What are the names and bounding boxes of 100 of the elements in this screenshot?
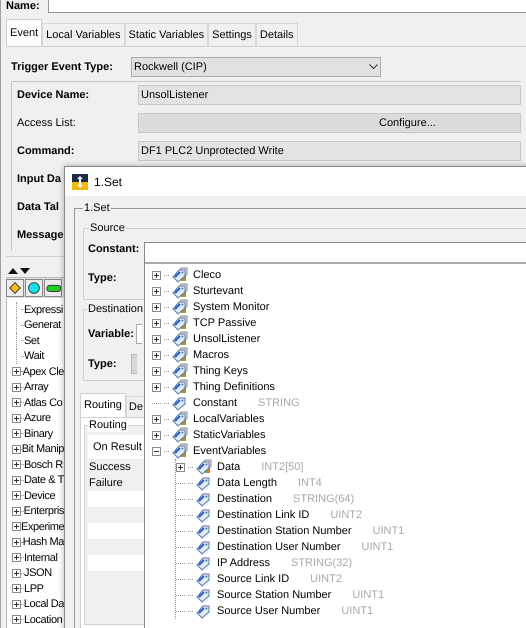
expand-icon[interactable] bbox=[12, 553, 21, 562]
expand-icon[interactable] bbox=[152, 286, 161, 296]
palette-item[interactable]: Binary bbox=[24, 426, 53, 442]
tree-item[interactable]: Sturtevant bbox=[193, 282, 244, 300]
expand-icon[interactable] bbox=[152, 302, 161, 312]
palette-item[interactable]: Wait bbox=[24, 348, 44, 364]
expand-icon[interactable] bbox=[12, 398, 21, 408]
tag-icon bbox=[196, 475, 212, 491]
palette-item[interactable]: JSON bbox=[24, 565, 52, 582]
expand-icon[interactable] bbox=[152, 270, 161, 280]
tree-item[interactable]: EventVariables bbox=[193, 442, 266, 460]
tab[interactable]: Routing bbox=[80, 393, 126, 417]
palette-item[interactable]: Apex Cle bbox=[22, 364, 64, 380]
dialog-title: 1.Set bbox=[94, 174, 122, 190]
tree-item[interactable]: System Monitor bbox=[193, 298, 270, 316]
collapse-icon[interactable] bbox=[152, 446, 161, 456]
palette-item[interactable]: Internal bbox=[24, 550, 58, 566]
palette-item[interactable]: Experime bbox=[21, 518, 64, 535]
tree-item[interactable]: Macros bbox=[193, 346, 230, 364]
expand-icon[interactable] bbox=[12, 538, 21, 547]
tree-item[interactable]: UnsolListener bbox=[193, 330, 260, 348]
expand-icon[interactable] bbox=[12, 460, 21, 470]
palette-item[interactable]: Device bbox=[24, 488, 56, 504]
palette-item[interactable]: Atlas Co bbox=[24, 394, 62, 411]
tree-item[interactable]: IP Address bbox=[217, 554, 270, 572]
tree-item[interactable]: Source User Number bbox=[217, 602, 320, 620]
name-field[interactable] bbox=[48, 0, 526, 13]
expand-icon[interactable] bbox=[12, 367, 21, 376]
expand-icon[interactable] bbox=[12, 382, 21, 392]
tag-icon bbox=[196, 555, 212, 571]
tab[interactable]: Details bbox=[256, 23, 298, 46]
palette-item[interactable]: Array bbox=[24, 379, 48, 396]
palette-item[interactable]: Local Da bbox=[24, 596, 64, 612]
text-field[interactable]: UnsolListener bbox=[138, 85, 521, 105]
tree-item[interactable]: Constant bbox=[193, 394, 238, 412]
expand-icon[interactable] bbox=[12, 615, 21, 624]
tag-icon bbox=[196, 571, 212, 587]
tab[interactable]: Static Variables bbox=[124, 23, 208, 46]
expand-icon[interactable] bbox=[12, 491, 21, 500]
expand-icon[interactable] bbox=[152, 414, 161, 424]
tree-item[interactable]: Source Station Number bbox=[217, 586, 332, 604]
palette-item[interactable]: Enterpris bbox=[24, 503, 64, 520]
tree-item[interactable]: Destination Link ID bbox=[217, 506, 310, 524]
palette-item[interactable]: Expressi bbox=[24, 302, 63, 318]
palette-item[interactable]: Set bbox=[24, 332, 40, 349]
tag-icon bbox=[196, 603, 212, 619]
expand-icon[interactable] bbox=[12, 522, 21, 532]
configure-button[interactable]: Configure... bbox=[138, 113, 521, 133]
tab[interactable]: Settings bbox=[208, 23, 256, 46]
tree-item[interactable]: Source Link ID bbox=[217, 570, 290, 588]
palette-item[interactable]: Bit Manip bbox=[22, 441, 64, 458]
tree-item[interactable]: Destination User Number bbox=[217, 538, 340, 556]
variable-field[interactable] bbox=[136, 324, 142, 344]
tab[interactable]: De bbox=[126, 396, 143, 417]
tree-item[interactable]: TCP Passive bbox=[193, 314, 256, 332]
pill-icon[interactable] bbox=[44, 279, 62, 297]
name-label: Name: bbox=[6, 0, 40, 13]
palette-item[interactable]: Azure bbox=[24, 410, 51, 426]
expand-icon[interactable] bbox=[152, 350, 161, 360]
tab[interactable]: Local Variables bbox=[42, 23, 125, 46]
tab[interactable]: Event bbox=[6, 19, 42, 46]
expand-icon[interactable] bbox=[12, 414, 21, 423]
tree-item[interactable]: LocalVariables bbox=[193, 410, 264, 428]
tree-item[interactable]: Destination bbox=[217, 490, 272, 508]
expand-icon[interactable] bbox=[12, 568, 21, 578]
tree-item[interactable]: StaticVariables bbox=[193, 426, 266, 444]
expand-icon[interactable] bbox=[152, 430, 161, 440]
palette-item[interactable]: LPP bbox=[24, 580, 44, 597]
tag-icon bbox=[196, 539, 212, 555]
field-label: Command: bbox=[17, 144, 74, 157]
expand-icon[interactable] bbox=[12, 476, 21, 485]
field-label: Data Tal bbox=[17, 200, 59, 213]
diamond-icon[interactable] bbox=[6, 279, 24, 297]
expand-icon[interactable] bbox=[12, 584, 21, 594]
type-label: UINT1 bbox=[372, 524, 404, 539]
expand-icon[interactable] bbox=[152, 382, 161, 392]
up-down-arrows-icon[interactable] bbox=[8, 267, 30, 275]
expand-icon[interactable] bbox=[12, 429, 21, 438]
expand-icon[interactable] bbox=[152, 334, 161, 344]
palette-item[interactable]: Date & T bbox=[24, 472, 64, 488]
text-field[interactable]: DF1 PLC2 Unprotected Write bbox=[138, 141, 521, 161]
tree-item[interactable]: Thing Keys bbox=[193, 362, 248, 380]
palette-item[interactable]: Location bbox=[24, 612, 62, 628]
palette-item[interactable]: Generat bbox=[24, 317, 61, 334]
tree-item[interactable]: Data Length bbox=[217, 474, 277, 492]
palette-item[interactable]: Bosch R bbox=[24, 456, 63, 473]
expand-icon[interactable] bbox=[12, 506, 21, 516]
expand-icon[interactable] bbox=[12, 600, 21, 609]
type-field[interactable] bbox=[130, 354, 137, 374]
tree-item[interactable]: Data bbox=[217, 458, 240, 476]
trigger-dropdown[interactable]: Rockwell (CIP) bbox=[131, 57, 381, 77]
expand-icon[interactable] bbox=[152, 366, 161, 376]
tree-item[interactable]: Cleco bbox=[193, 266, 222, 284]
expand-icon[interactable] bbox=[152, 318, 161, 328]
tree-item[interactable]: Destination Station Number bbox=[217, 522, 352, 540]
expand-icon[interactable] bbox=[176, 462, 185, 472]
palette-item[interactable]: Hash Ma bbox=[22, 534, 64, 550]
tree-item[interactable]: Thing Definitions bbox=[193, 378, 275, 396]
expand-icon[interactable] bbox=[12, 444, 21, 454]
circle-icon[interactable] bbox=[25, 279, 43, 297]
